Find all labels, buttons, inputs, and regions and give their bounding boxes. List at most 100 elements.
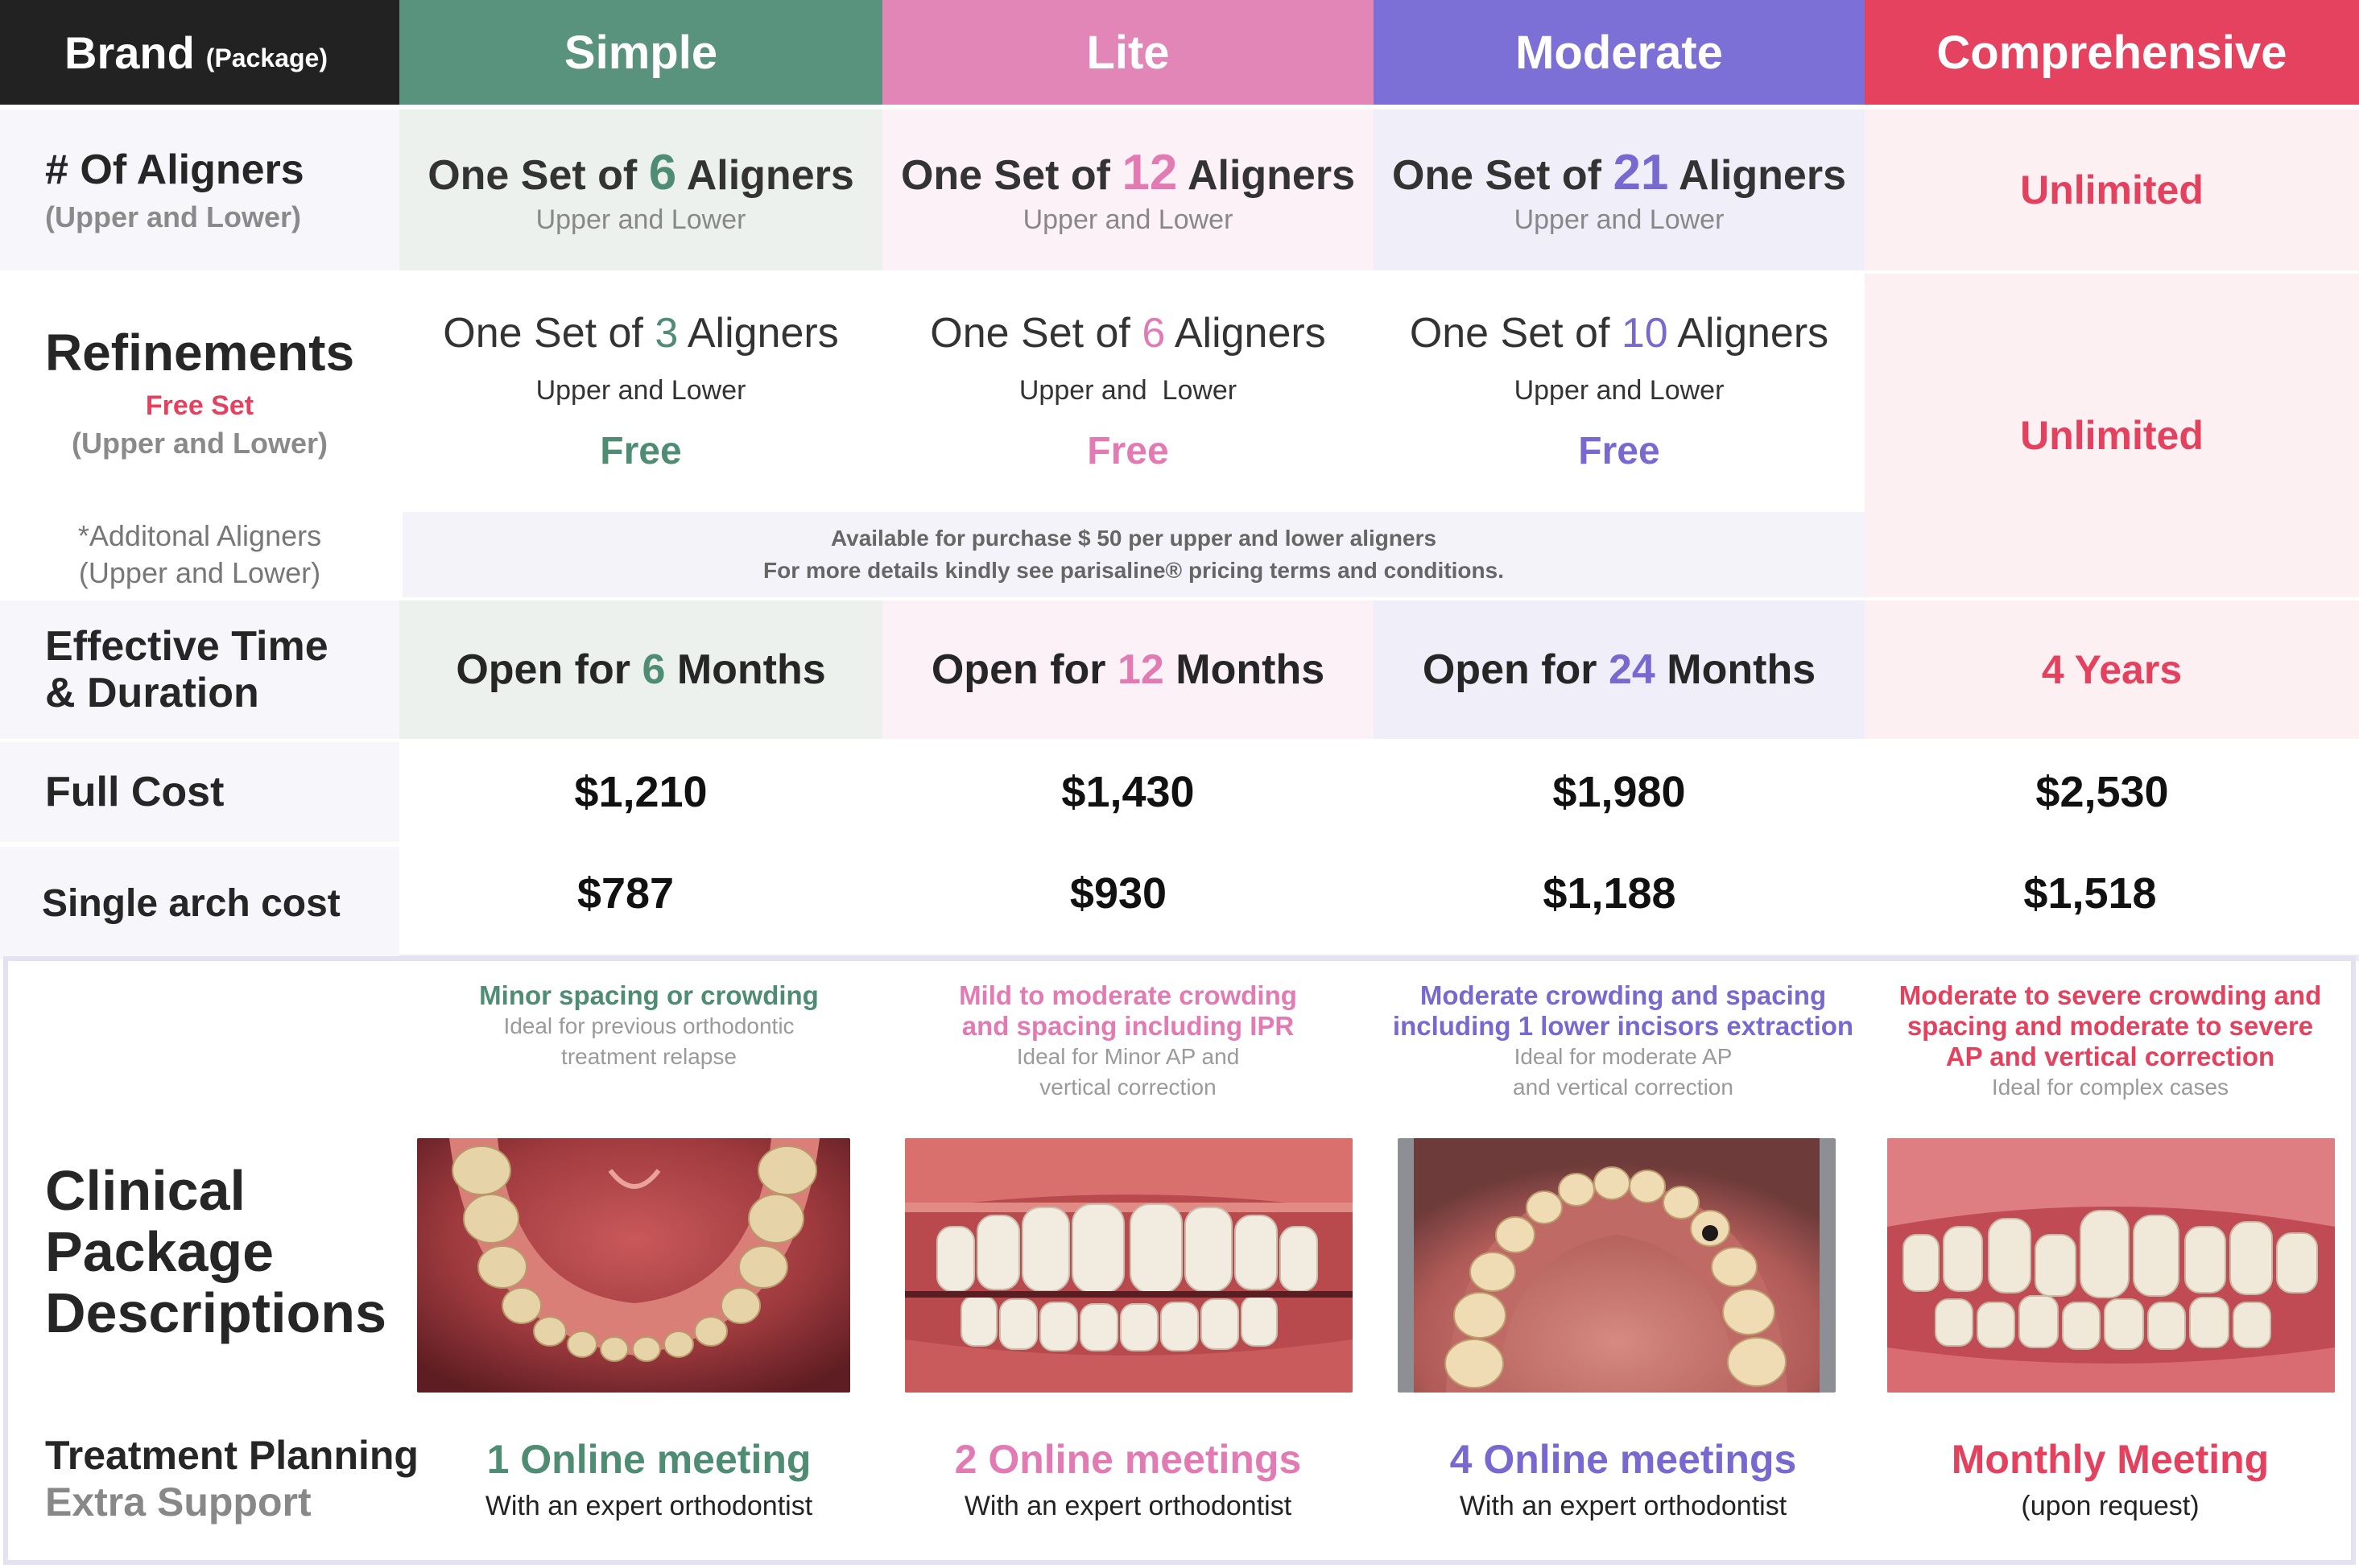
lite-full-cost: $1,430 xyxy=(1061,768,1195,816)
lite-refinements-sub: Upper and Lower xyxy=(1018,375,1237,406)
upper-arch-photo xyxy=(1398,1138,1836,1393)
support-row-label: Treatment Planning Extra Support xyxy=(45,1426,419,1531)
refinements-row-label: Refinements Free Set (Upper and Lower) xyxy=(0,270,399,512)
comprehensive-aligners-cell: Unlimited xyxy=(1865,109,2359,270)
clinical-row-label: Clinical Package Descriptions xyxy=(45,1151,399,1352)
comprehensive-full-cost-cell: $2,530 xyxy=(1865,742,2359,842)
simple-refinements-sub: Upper and Lower xyxy=(535,375,746,406)
lite-title: Lite xyxy=(1086,26,1170,79)
comp-desc-title3: AP and vertical correction xyxy=(1945,1042,2275,1071)
additional-line1: Available for purchase $ 50 per upper an… xyxy=(830,526,1437,551)
comprehensive-refinements-text: Unlimited xyxy=(2020,413,2204,458)
comp-desc-sub: Ideal for complex cases xyxy=(1991,1075,2229,1100)
support-label-line2: Extra Support xyxy=(45,1479,312,1525)
comprehensive-effective-text: 4 Years xyxy=(2041,647,2183,692)
moderate-desc-sub2: and vertical correction xyxy=(1513,1075,1733,1100)
lite-dental-photo xyxy=(905,1138,1353,1393)
moderate-desc-sub1: Ideal for moderate AP xyxy=(1514,1044,1733,1069)
full-cost-label: Full Cost xyxy=(45,769,225,815)
simple-effective-text: Open for 6 Months xyxy=(456,646,826,693)
moderate-refinements-free: Free xyxy=(1578,430,1660,472)
crowding-photo xyxy=(1887,1138,2335,1393)
lite-header: Lite xyxy=(882,0,1374,105)
additional-label: *Additonal Aligners xyxy=(77,519,322,552)
moderate-title: Moderate xyxy=(1515,26,1723,79)
lite-full-cost-cell: $1,430 xyxy=(882,742,1374,842)
lite-desc-sub1: Ideal for Minor AP and xyxy=(1016,1044,1240,1069)
moderate-desc-title1: Moderate crowding and spacing xyxy=(1419,980,1827,1010)
lite-description: Mild to moderate crowding and spacing in… xyxy=(890,980,1365,1109)
moderate-full-cost: $1,980 xyxy=(1552,768,1686,816)
effective-label-line2: & Duration xyxy=(45,670,259,716)
free-set-label: Free Set xyxy=(145,390,254,421)
additional-row-label: *Additonal Aligners (Upper and Lower) xyxy=(0,512,399,597)
moderate-desc-title2: including 1 lower incisors extraction xyxy=(1392,1011,1854,1041)
simple-aligners-count: 6 xyxy=(648,145,677,200)
moderate-aligners-sub: Upper and Lower xyxy=(1514,204,1725,235)
refinements-label-sub: (Upper and Lower) xyxy=(71,426,328,460)
clinical-label-line2: Package xyxy=(45,1220,275,1283)
refinements-label: Refinements xyxy=(44,323,355,382)
moderate-aligners-text: One Set of 21 Aligners xyxy=(1391,145,1847,200)
aligners-row-label: # Of Aligners (Upper and Lower) xyxy=(0,109,399,270)
moderate-refinements-count: 10 xyxy=(1621,310,1668,357)
pricing-comparison-page: Brand (Package) Simple Lite Moderate Com… xyxy=(0,0,2359,1568)
moderate-refinements-cell: One Set of 10 Aligners Upper and Lower F… xyxy=(1374,270,1865,512)
moderate-refinements-text: One Set of 10 Aligners xyxy=(1409,310,1829,357)
comprehensive-description: Moderate to severe crowding and spacing … xyxy=(1865,980,2356,1109)
lite-effective-cell: Open for 12 Months xyxy=(882,600,1374,739)
aligners-label-sub: (Upper and Lower) xyxy=(45,200,302,233)
simple-refinements-text: One Set of 3 Aligners xyxy=(443,310,839,357)
lite-single-arch-cell: $930 xyxy=(882,847,1374,959)
clinical-label-line1: Clinical xyxy=(45,1159,246,1222)
simple-effective-cell: Open for 6 Months xyxy=(399,600,882,739)
simple-aligners-text: One Set of 6 Aligners xyxy=(428,145,854,200)
single-arch-row-label: Single arch cost xyxy=(0,847,399,959)
simple-desc-sub1: Ideal for previous orthodontic xyxy=(503,1013,795,1038)
lite-refinements-count: 6 xyxy=(1142,310,1166,357)
comprehensive-upon-request: (upon request) xyxy=(2021,1490,2200,1521)
lite-aligners-cell: One Set of 12 Aligners Upper and Lower xyxy=(882,109,1374,270)
moderate-expert: With an expert orthodontist xyxy=(1459,1490,1787,1521)
comp-desc-title2: spacing and moderate to severe xyxy=(1907,1011,2314,1041)
simple-title: Simple xyxy=(564,26,718,79)
simple-single-arch-cost: $787 xyxy=(576,869,675,918)
lite-effective-text: Open for 12 Months xyxy=(931,646,1325,693)
comprehensive-full-cost: $2,530 xyxy=(2035,768,2169,816)
comprehensive-single-arch-cost: $1,518 xyxy=(2023,869,2157,918)
simple-full-cost: $1,210 xyxy=(574,768,708,816)
moderate-single-arch-cell: $1,188 xyxy=(1374,847,1865,959)
lower-arch-photo xyxy=(417,1138,850,1393)
support-label-line1: Treatment Planning xyxy=(45,1433,419,1478)
moderate-meetings: 4 Online meetings xyxy=(1449,1436,1797,1482)
moderate-effective-months: 24 xyxy=(1608,646,1655,693)
simple-effective-months: 6 xyxy=(642,646,666,693)
simple-refinements-count: 3 xyxy=(655,310,679,357)
simple-desc-title: Minor spacing or crowding xyxy=(479,980,819,1010)
simple-description: Minor spacing or crowding Ideal for prev… xyxy=(399,980,899,1109)
comprehensive-header: Comprehensive xyxy=(1865,0,2359,105)
moderate-refinements-sub: Upper and Lower xyxy=(1514,375,1725,406)
moderate-description: Moderate crowding and spacing including … xyxy=(1374,980,1873,1109)
aligners-label: # Of Aligners xyxy=(45,146,304,193)
lite-effective-months: 12 xyxy=(1117,646,1164,693)
simple-aligners-cell: One Set of 6 Aligners Upper and Lower xyxy=(399,109,882,270)
additional-line2: For more details kindly see parisaline® … xyxy=(763,558,1504,583)
clinical-label-line3: Descriptions xyxy=(45,1281,386,1344)
moderate-effective-text: Open for 24 Months xyxy=(1422,646,1816,693)
comprehensive-dental-photo xyxy=(1887,1138,2335,1393)
comprehensive-effective-cell: 4 Years xyxy=(1865,600,2359,739)
lite-expert: With an expert orthodontist xyxy=(964,1490,1292,1521)
simple-header: Simple xyxy=(399,0,882,105)
lite-refinements-text: One Set of 6 Aligners xyxy=(930,310,1326,357)
effective-row-label: Effective Time & Duration xyxy=(0,600,399,739)
moderate-effective-cell: Open for 24 Months xyxy=(1374,600,1865,739)
lite-desc-title1: Mild to moderate crowding xyxy=(959,980,1297,1010)
brand-label: Brand xyxy=(64,27,195,78)
frontal-bite-photo xyxy=(905,1138,1353,1393)
lite-aligners-count: 12 xyxy=(1122,145,1178,200)
moderate-full-cost-cell: $1,980 xyxy=(1374,742,1865,842)
effective-label-line1: Effective Time xyxy=(45,623,328,670)
lite-desc-title2: and spacing including IPR xyxy=(961,1011,1295,1041)
simple-support-cell: 1 Online meeting With an expert orthodon… xyxy=(399,1426,899,1531)
